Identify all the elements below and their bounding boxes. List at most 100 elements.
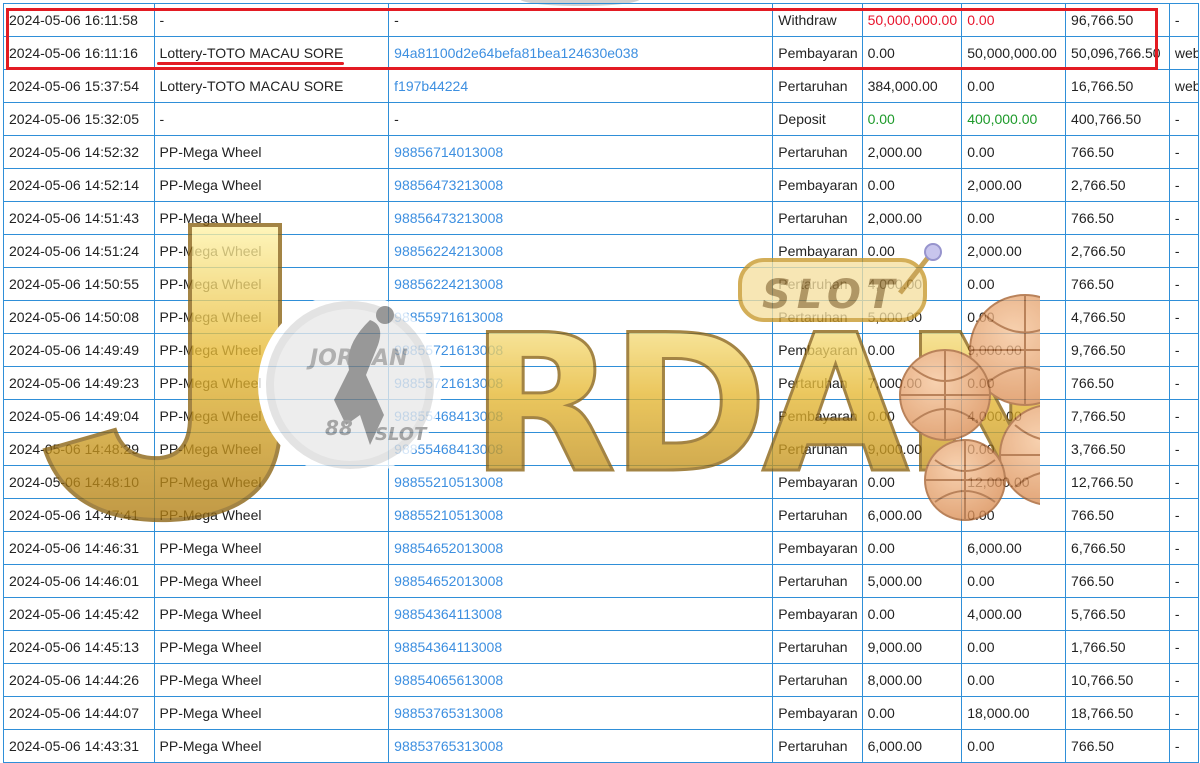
cell-source: - [1168,696,1200,730]
cell-game: Lottery-TOTO MACAU SORE [153,69,390,103]
cell-debit: 0.00 [861,696,963,730]
cell-balance: 766.50 [1065,564,1170,598]
cell-credit: 0.00 [961,267,1067,301]
cell-reference[interactable]: 98855210513008 [388,465,774,499]
cell-source: - [1168,366,1200,400]
cell-balance: 96,766.50 [1065,3,1170,37]
cell-source: - [1168,168,1200,202]
cell-reference[interactable]: 98856714013008 [388,135,774,169]
cell-balance: 10,766.50 [1065,663,1170,697]
cell-game: PP-Mega Wheel [153,168,390,202]
cell-balance: 12,766.50 [1065,465,1170,499]
cell-source: - [1168,399,1200,433]
cell-type: Pembayaran [772,696,863,730]
cell-game: PP-Mega Wheel [153,696,390,730]
cell-type: Pembayaran [772,465,863,499]
cell-date: 2024-05-06 14:47:41 [3,498,155,532]
cell-date: 2024-05-06 14:43:31 [3,729,155,763]
cell-reference[interactable]: f197b44224 [388,69,774,103]
cell-reference[interactable]: 98855468413008 [388,432,774,466]
cell-debit: 0.00 [861,333,963,367]
cell-balance: 766.50 [1065,729,1170,763]
cell-balance: 766.50 [1065,498,1170,532]
cell-balance: 400,766.50 [1065,102,1170,136]
cell-type: Pertaruhan [772,366,863,400]
cell-game: PP-Mega Wheel [153,234,390,268]
cell-debit: 5,000.00 [861,564,963,598]
cell-balance: 766.50 [1065,201,1170,235]
cell-balance: 766.50 [1065,267,1170,301]
cell-debit: 8,000.00 [861,663,963,697]
cell-game: PP-Mega Wheel [153,201,390,235]
cell-reference[interactable]: 98853765313008 [388,696,774,730]
cell-game: PP-Mega Wheel [153,465,390,499]
cell-game: PP-Mega Wheel [153,498,390,532]
cell-type: Withdraw [772,3,863,37]
cell-reference[interactable]: 98855721613008 [388,333,774,367]
table-row: 2024-05-06 14:49:04 PP-Mega Wheel 98855468… [3,399,1200,433]
table-row: 2024-05-06 14:46:01 PP-Mega Wheel 98854652… [3,564,1200,598]
cell-credit: 2,000.00 [961,234,1067,268]
cell-balance: 3,766.50 [1065,432,1170,466]
cell-balance: 50,096,766.50 [1065,36,1170,70]
cell-date: 2024-05-06 14:50:55 [3,267,155,301]
cell-source: - [1168,102,1200,136]
table-row: 2024-05-06 14:43:31 PP-Mega Wheel 98853765… [3,729,1200,763]
cell-game: PP-Mega Wheel [153,597,390,631]
cell-source: - [1168,3,1200,37]
cell-credit: 4,000.00 [961,399,1067,433]
cell-credit: 0.00 [961,729,1067,763]
cell-credit: 0.00 [961,564,1067,598]
cell-reference[interactable]: 98855721613008 [388,366,774,400]
cell-date: 2024-05-06 14:44:07 [3,696,155,730]
cell-date: 2024-05-06 16:11:16 [3,36,155,70]
cell-credit: 6,000.00 [961,531,1067,565]
cell-reference[interactable]: 98854065613008 [388,663,774,697]
cell-reference[interactable]: 98856224213008 [388,267,774,301]
cell-reference[interactable]: 98856473213008 [388,201,774,235]
cell-source: - [1168,300,1200,334]
cell-type: Pembayaran [772,399,863,433]
cell-type: Pertaruhan [772,630,863,664]
cell-type: Pertaruhan [772,69,863,103]
cell-reference[interactable]: 98855971613008 [388,300,774,334]
cell-game: PP-Mega Wheel [153,663,390,697]
cell-game: PP-Mega Wheel [153,531,390,565]
cell-reference: - [388,102,774,136]
cell-reference[interactable]: 98855468413008 [388,399,774,433]
cell-reference[interactable]: 98853765313008 [388,729,774,763]
cell-balance: 6,766.50 [1065,531,1170,565]
cell-balance: 9,766.50 [1065,333,1170,367]
cell-date: 2024-05-06 14:51:43 [3,201,155,235]
cell-reference[interactable]: 98856473213008 [388,168,774,202]
table-row: 2024-05-06 14:44:07 PP-Mega Wheel 98853765… [3,696,1200,730]
cell-game: PP-Mega Wheel [153,564,390,598]
table-row: 2024-05-06 14:52:32 PP-Mega Wheel 98856714… [3,135,1200,169]
cell-debit: 5,000.00 [861,300,963,334]
cell-debit: 0.00 [861,399,963,433]
cell-debit: 50,000,000.00 [861,3,963,37]
cell-game: PP-Mega Wheel [153,630,390,664]
cell-game: PP-Mega Wheel [153,366,390,400]
cell-reference[interactable]: 98854652013008 [388,531,774,565]
cell-source: - [1168,531,1200,565]
cell-reference[interactable]: 98854364113008 [388,597,774,631]
cell-balance: 2,766.50 [1065,168,1170,202]
cell-debit: 2,000.00 [861,135,963,169]
cell-source: - [1168,597,1200,631]
cell-source: - [1168,663,1200,697]
cell-source: - [1168,201,1200,235]
cell-source: - [1168,498,1200,532]
cell-reference[interactable]: 98854364113008 [388,630,774,664]
cell-debit: 0.00 [861,168,963,202]
cell-date: 2024-05-06 14:48:10 [3,465,155,499]
cell-reference[interactable]: 94a81100d2e64befa81bea124630e038 [388,36,774,70]
cell-reference[interactable]: 98856224213008 [388,234,774,268]
cell-reference[interactable]: 98854652013008 [388,564,774,598]
cell-reference[interactable]: 98855210513008 [388,498,774,532]
cell-debit: 6,000.00 [861,729,963,763]
table-row: 2024-05-06 14:45:13 PP-Mega Wheel 98854364… [3,630,1200,664]
cell-source: web [1168,69,1200,103]
cell-game: PP-Mega Wheel [153,135,390,169]
cell-date: 2024-05-06 15:32:05 [3,102,155,136]
